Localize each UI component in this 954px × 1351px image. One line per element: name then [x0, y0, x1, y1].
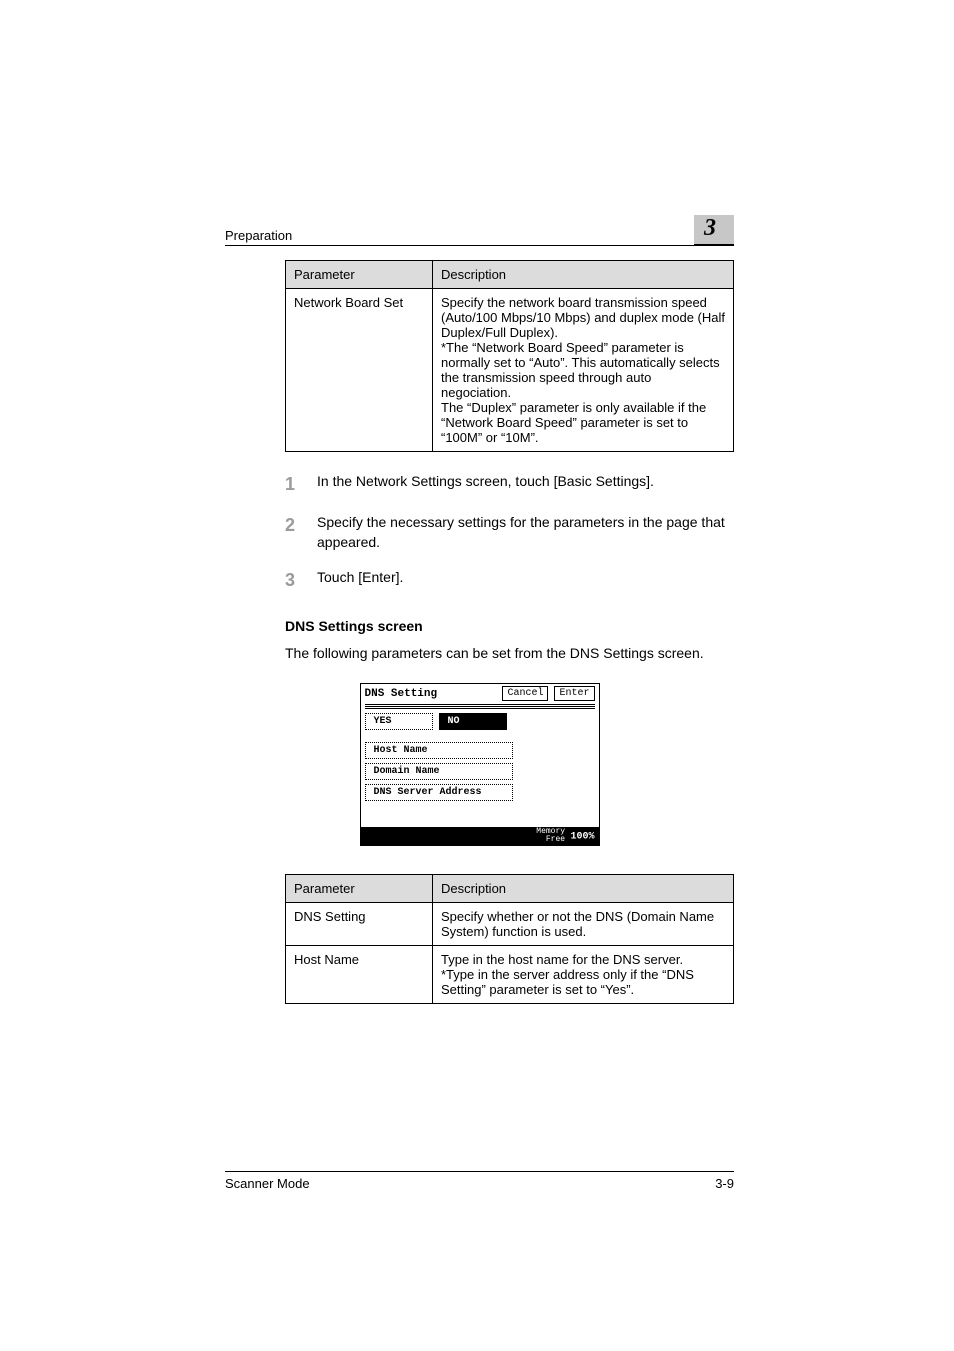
cell-param: Network Board Set	[286, 289, 433, 452]
section-name: Preparation	[225, 228, 292, 243]
step-number: 1	[285, 472, 303, 497]
cell-desc: Type in the host name for the DNS server…	[433, 946, 734, 1004]
lcd-screenshot: DNS Setting Cancel Enter YES NO Host Nam…	[225, 683, 734, 846]
footer-right: 3-9	[715, 1176, 734, 1191]
table-row: Host Name Type in the host name for the …	[286, 946, 734, 1004]
running-header: Preparation 3	[225, 215, 734, 246]
cell-desc: Specify whether or not the DNS (Domain N…	[433, 903, 734, 946]
step-number: 3	[285, 568, 303, 593]
no-button[interactable]: NO	[439, 713, 507, 730]
yes-button[interactable]: YES	[365, 713, 433, 730]
subheading: DNS Settings screen	[285, 618, 734, 634]
step-number: 2	[285, 513, 303, 552]
cell-desc: Specify the network board transmission s…	[433, 289, 734, 452]
memory-label: Memory Free	[536, 828, 565, 844]
memory-value: 100%	[570, 832, 594, 843]
table-row: Network Board Set Specify the network bo…	[286, 289, 734, 452]
content: Parameter Description Network Board Set …	[225, 260, 734, 1004]
dns-server-button[interactable]: DNS Server Address	[365, 784, 513, 801]
steps-list: 1 In the Network Settings screen, touch …	[285, 472, 734, 594]
page-footer: Scanner Mode 3-9	[225, 1171, 734, 1191]
lcd-panel: DNS Setting Cancel Enter YES NO Host Nam…	[360, 683, 600, 846]
host-name-button[interactable]: Host Name	[365, 742, 513, 759]
step-1: 1 In the Network Settings screen, touch …	[285, 472, 734, 497]
lcd-title: DNS Setting	[365, 688, 438, 700]
step-3: 3 Touch [Enter].	[285, 568, 734, 593]
col-description: Description	[433, 261, 734, 289]
col-description: Description	[433, 875, 734, 903]
cell-param: DNS Setting	[286, 903, 433, 946]
page: Preparation 3 Parameter Description Netw…	[0, 0, 954, 1351]
domain-name-button[interactable]: Domain Name	[365, 763, 513, 780]
network-board-table: Parameter Description Network Board Set …	[285, 260, 734, 452]
cell-param: Host Name	[286, 946, 433, 1004]
chapter-number: 3	[694, 215, 734, 246]
step-text: Specify the necessary settings for the p…	[317, 513, 734, 552]
step-text: Touch [Enter].	[317, 568, 403, 593]
col-parameter: Parameter	[286, 261, 433, 289]
lcd-divider	[365, 703, 595, 709]
step-text: In the Network Settings screen, touch [B…	[317, 472, 654, 497]
enter-button[interactable]: Enter	[554, 686, 594, 701]
col-parameter: Parameter	[286, 875, 433, 903]
step-2: 2 Specify the necessary settings for the…	[285, 513, 734, 552]
cancel-button[interactable]: Cancel	[502, 686, 548, 701]
table-row: DNS Setting Specify whether or not the D…	[286, 903, 734, 946]
footer-left: Scanner Mode	[225, 1176, 310, 1191]
body-paragraph: The following parameters can be set from…	[285, 644, 734, 664]
lcd-status-bar: Memory Free 100%	[361, 827, 599, 845]
dns-settings-table: Parameter Description DNS Setting Specif…	[285, 874, 734, 1004]
